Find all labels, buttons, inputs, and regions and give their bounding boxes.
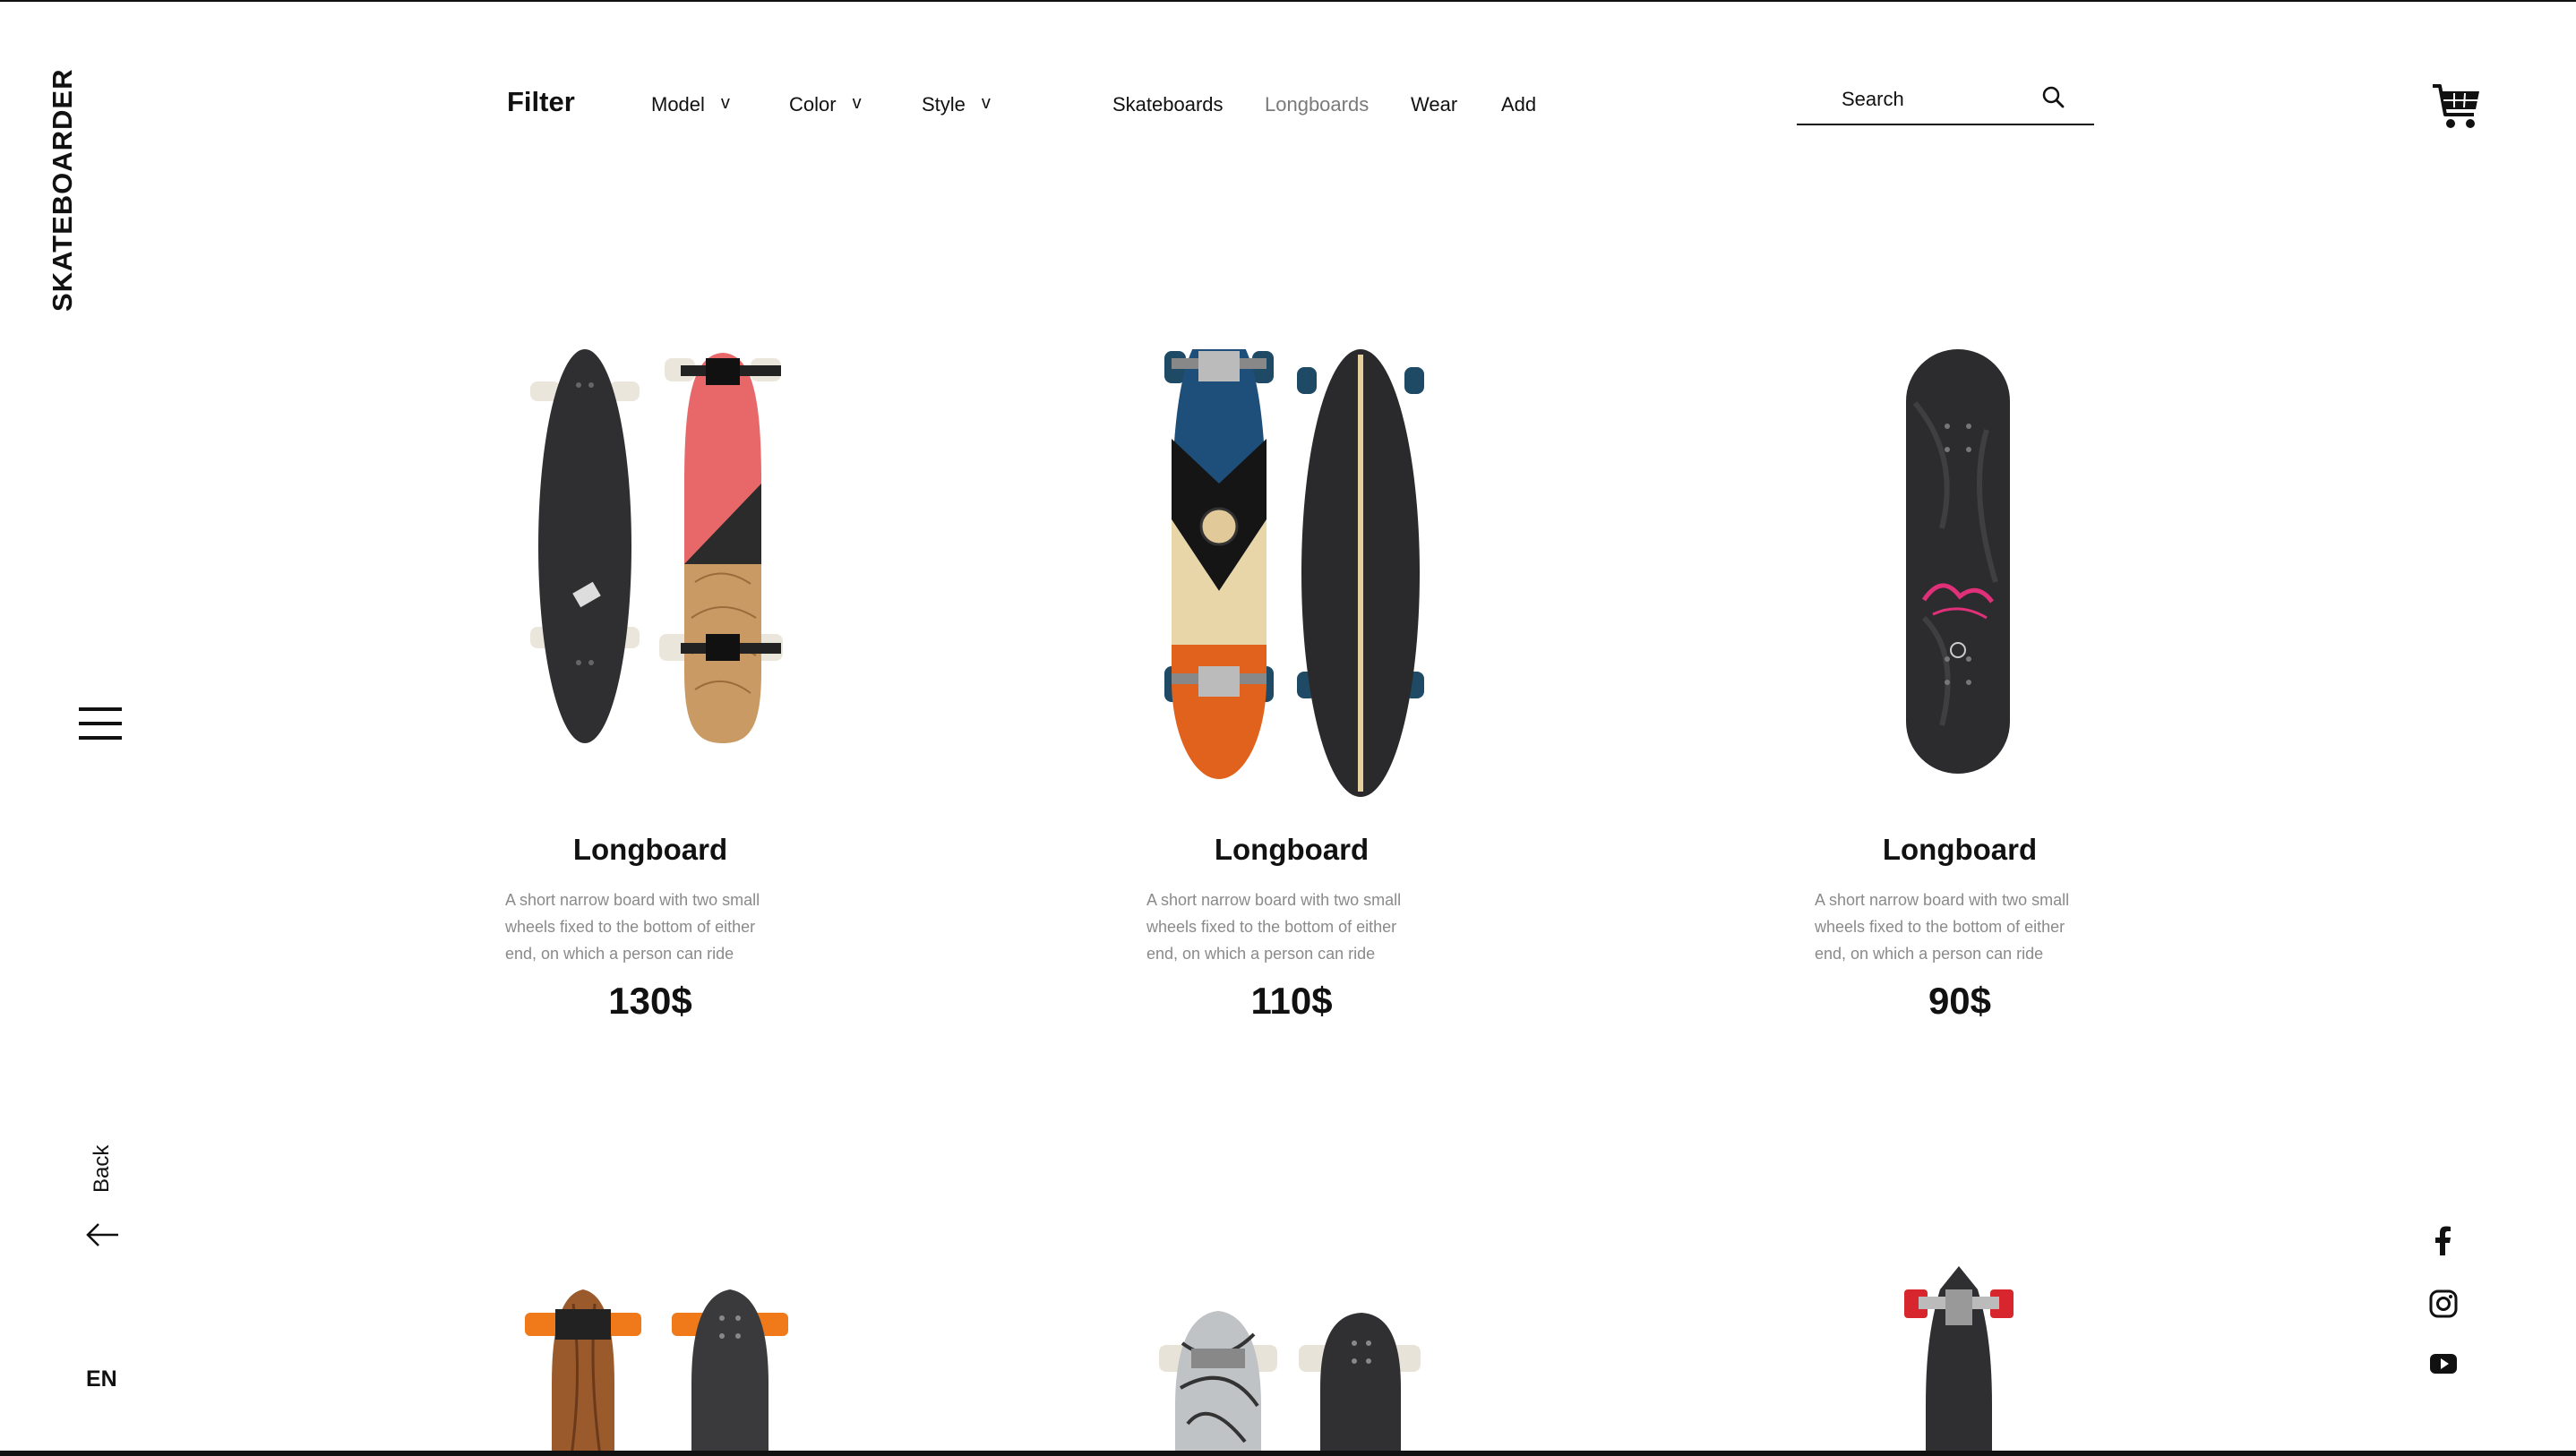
product-title: Longboard	[572, 833, 728, 866]
top-border	[0, 0, 2576, 2]
bottom-border	[0, 1451, 2576, 1456]
nav-longboards[interactable]: Longboards	[1265, 93, 1369, 116]
brand-logo[interactable]: SKATEBOARDER	[47, 69, 86, 313]
color-dropdown[interactable]: Color v	[789, 93, 862, 116]
product-title: Longboard	[1214, 833, 1370, 866]
product-price: 110$	[1250, 980, 1333, 1022]
chevron-down-icon: v	[981, 93, 991, 113]
product-description: A short narrow board with two small whee…	[1815, 891, 2070, 963]
chevron-down-icon: v	[852, 93, 862, 113]
youtube-icon[interactable]	[2427, 1347, 2460, 1379]
search-bar	[1797, 79, 2094, 125]
product-image[interactable]	[1155, 1307, 1424, 1456]
product-image	[530, 349, 783, 743]
product-price: 130$	[608, 980, 692, 1022]
facebook-icon[interactable]	[2427, 1225, 2460, 1257]
product-image	[1164, 349, 1424, 797]
product-image	[1906, 349, 2010, 774]
product-title: Longboard	[1882, 833, 2038, 866]
search-input[interactable]	[1842, 84, 2021, 115]
product-image[interactable]	[1892, 1263, 2026, 1456]
nav-add[interactable]: Add	[1501, 93, 1536, 116]
product-description: A short narrow board with two small whee…	[1146, 891, 1402, 963]
model-dropdown[interactable]: Model v	[651, 93, 730, 116]
model-dropdown-label: Model	[651, 93, 705, 116]
product-price: 90$	[1928, 980, 1992, 1022]
back-arrow-icon[interactable]	[84, 1221, 120, 1248]
nav-skateboards[interactable]: Skateboards	[1112, 93, 1224, 116]
product-image[interactable]	[519, 1286, 788, 1456]
search-icon[interactable]	[2039, 82, 2069, 113]
nav-wear[interactable]: Wear	[1411, 93, 1457, 116]
hamburger-menu-icon[interactable]	[79, 707, 124, 743]
language-switch[interactable]: EN	[86, 1366, 117, 1392]
filter-label: Filter	[507, 86, 575, 117]
chevron-down-icon: v	[720, 93, 730, 113]
back-label[interactable]: Back	[90, 1139, 116, 1193]
style-dropdown[interactable]: Style v	[922, 93, 991, 116]
cart-icon[interactable]	[2431, 79, 2481, 131]
color-dropdown-label: Color	[789, 93, 837, 116]
instagram-icon[interactable]	[2427, 1288, 2460, 1320]
product-description: A short narrow board with two small whee…	[505, 891, 760, 963]
style-dropdown-label: Style	[922, 93, 966, 116]
